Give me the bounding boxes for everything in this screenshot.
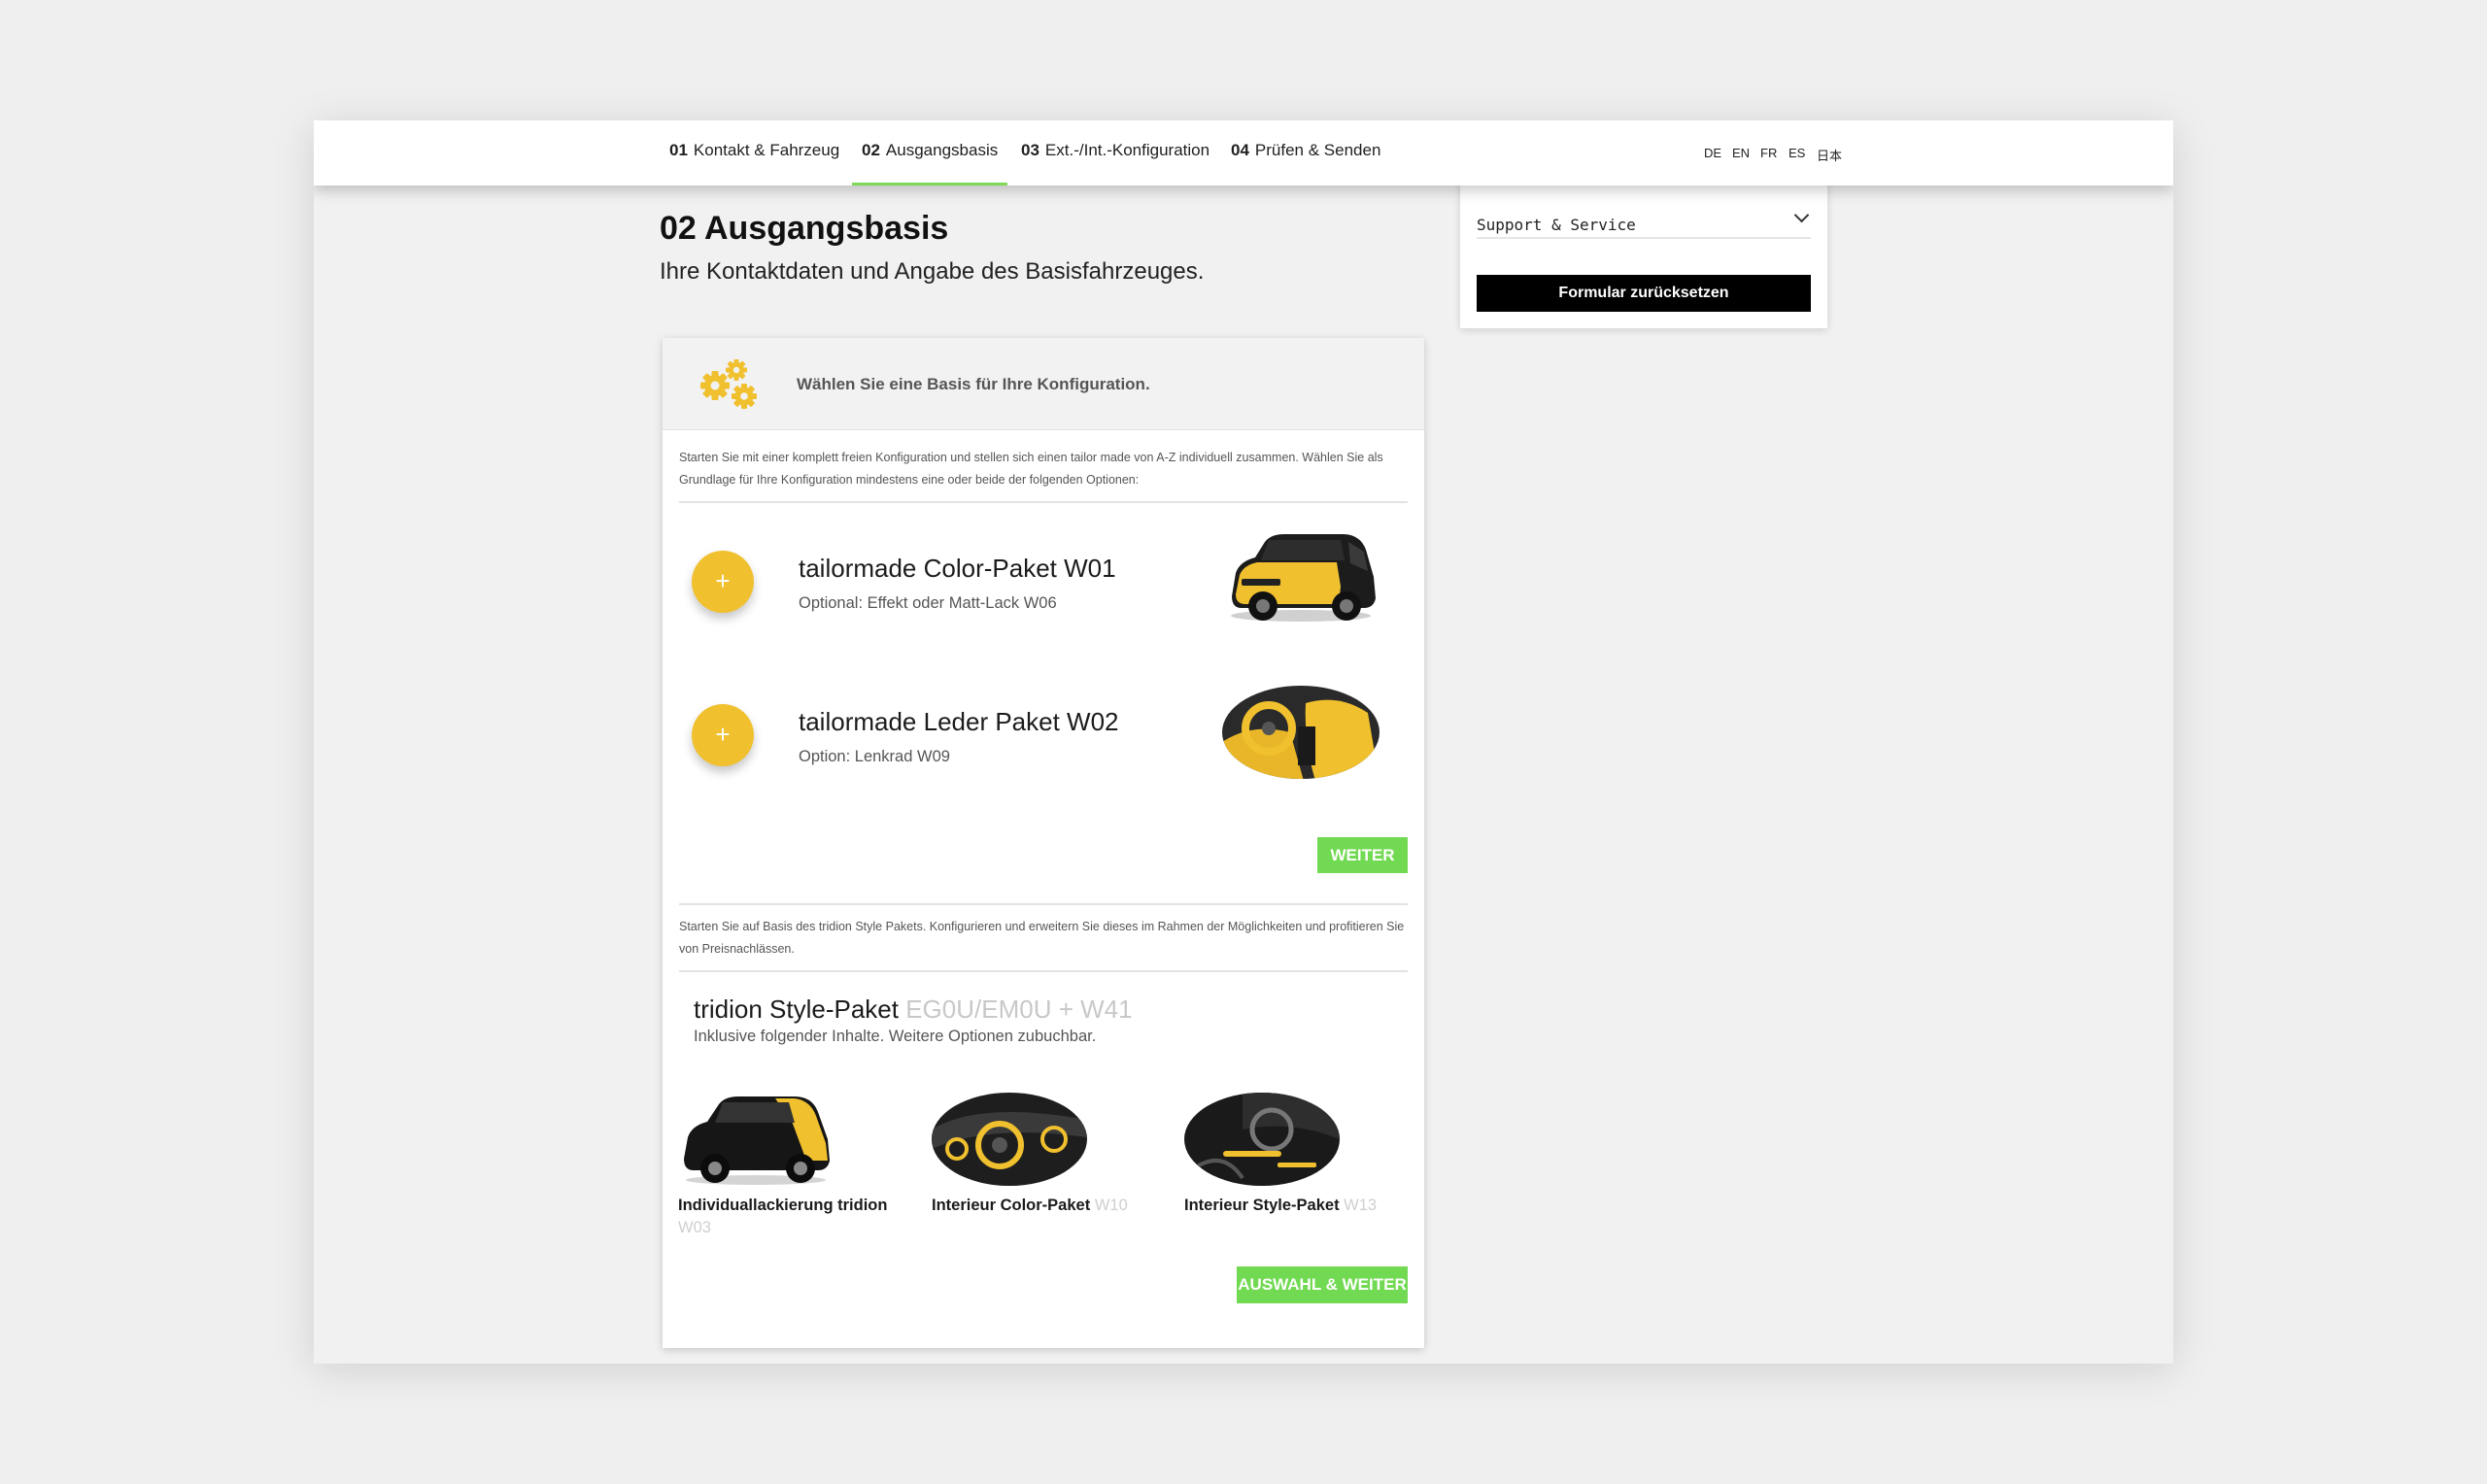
package-code: W10 [1094,1197,1128,1214]
reset-form-button[interactable]: Formular zurücksetzen [1477,275,1811,312]
package-code: W13 [1344,1197,1378,1214]
language-en[interactable]: EN [1732,146,1750,160]
add-leder-paket-button[interactable]: + [692,704,754,766]
tridion-code: EG0U/EM0U + W41 [905,995,1133,1024]
yellow-car-image [1231,534,1376,622]
interior-color-image [932,1093,1087,1186]
option-subtitle-color-paket: Optional: Effekt oder Matt-Lack W06 [799,594,1057,612]
add-color-paket-button[interactable]: + [692,551,754,613]
weiter-button[interactable]: WEITER [1317,837,1408,873]
step-number: 02 [862,141,880,159]
intro-text-free-config: Starten Sie mit einer komplett freien Ko… [679,451,1383,487]
tridion-subtitle: Inklusive folgender Inhalte. Weitere Opt… [694,1028,1097,1045]
step-navigation: 01 Kontakt & Fahrzeug 02 Ausgangsbasis 03 E… [314,120,2173,186]
tridion-style-paket-title: tridion Style-Paket EG0U/EM0U + W41 [694,995,1133,1025]
gears-icon [700,359,757,409]
tridion-title-text: tridion Style-Paket [694,995,899,1024]
step-label: Kontakt & Fahrzeug [693,141,840,159]
language-es[interactable]: ES [1789,146,1805,160]
side-panel: Support & Service Formular zurücksetzen [1460,181,1827,328]
card-header: Wählen Sie eine Basis für Ihre Konfigura… [663,338,1424,430]
card-header-title: Wählen Sie eine Basis für Ihre Konfigura… [797,375,1150,393]
black-yellow-car-image [684,1096,830,1185]
browser-window: 01 Kontakt & Fahrzeug 02 Ausgangsbasis 03 E… [314,120,2173,1364]
package-name: Interieur Color-Paket [932,1197,1091,1214]
support-service-label: Support & Service [1477,216,1636,234]
option-subtitle-leder-paket: Option: Lenkrad W09 [799,748,950,765]
chevron-down-icon [1793,207,1810,223]
step-number: 04 [1231,141,1249,159]
page-subtitle: Ihre Kontaktdaten und Angabe des Basisfa… [660,258,1205,285]
tab-pruefen-senden[interactable]: 04 Prüfen & Senden [1231,120,1380,186]
auswahl-weiter-button[interactable]: AUSWAHL & WEITER [1237,1266,1408,1303]
package-interieur-style[interactable]: Interieur Style-Paket W13 [1184,1195,1417,1217]
package-interieur-color[interactable]: Interieur Color-Paket W10 [932,1195,1165,1217]
yellow-interior-image [1222,686,1380,779]
interior-style-image [1184,1093,1340,1186]
tab-kontakt-fahrzeug[interactable]: 01 Kontakt & Fahrzeug [669,120,839,186]
language-fr[interactable]: FR [1760,146,1777,160]
configuration-card: Wählen Sie eine Basis für Ihre Konfigura… [663,338,1424,1348]
tab-ausgangsbasis[interactable]: 02 Ausgangsbasis [851,120,1008,186]
intro-text-tridion: Starten Sie auf Basis des tridion Style … [679,920,1405,956]
page-title: 02 Ausgangsbasis [660,210,949,247]
tab-konfiguration[interactable]: 03 Ext.-/Int.-Konfiguration [1021,120,1209,186]
package-individuallackierung[interactable]: Individuallackierung tridion W03 [678,1195,911,1239]
package-name: Interieur Style-Paket [1184,1197,1340,1214]
language-de[interactable]: DE [1704,146,1721,160]
divider [679,501,1408,503]
package-code: W03 [678,1219,711,1236]
step-label: Ausgangsbasis [885,141,999,159]
divider [679,970,1408,972]
option-title-color-paket: tailormade Color-Paket W01 [799,554,1116,583]
option-title-leder-paket: tailormade Leder Paket W02 [799,707,1119,736]
step-label: Prüfen & Senden [1254,141,1381,159]
step-number: 01 [669,141,688,159]
divider [679,903,1408,905]
step-number: 03 [1021,141,1039,159]
step-label: Ext.-/Int.-Konfiguration [1044,141,1210,159]
package-name: Individuallackierung tridion [678,1197,888,1214]
support-service-dropdown[interactable]: Support & Service [1477,200,1811,239]
language-ja[interactable]: 日本 [1817,146,1842,164]
